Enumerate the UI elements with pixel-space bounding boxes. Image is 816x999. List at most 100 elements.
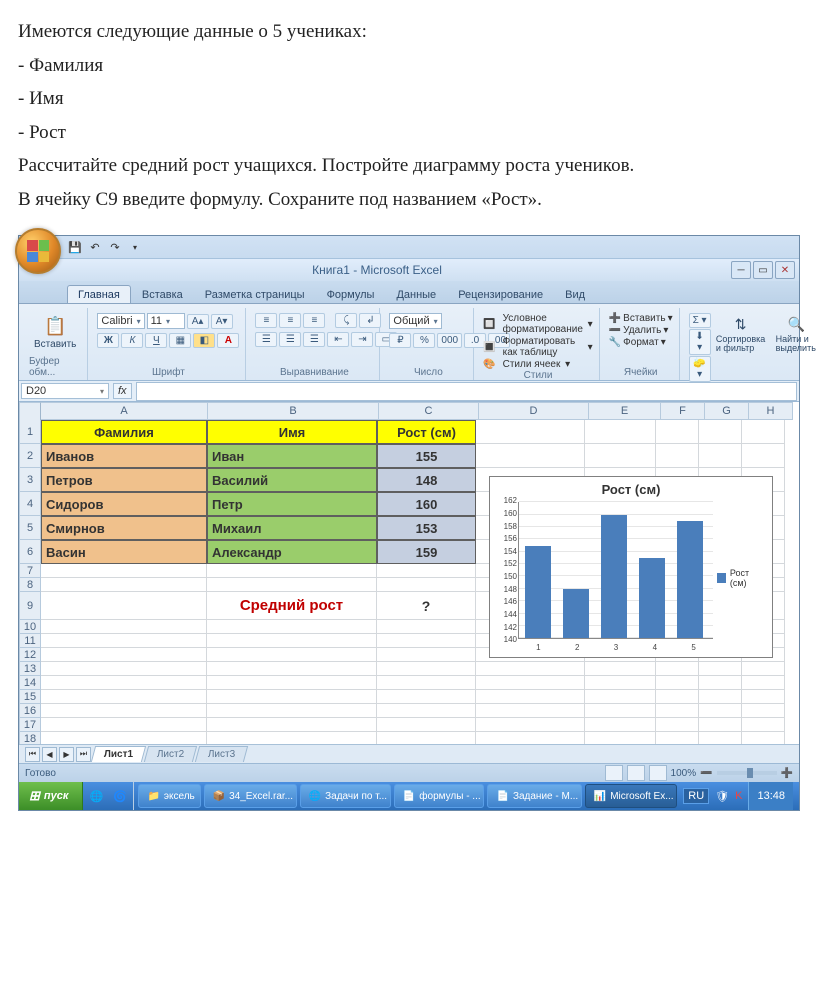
table-header[interactable]: Рост (см)	[377, 420, 476, 444]
align-bot-icon[interactable]: ≡	[303, 313, 325, 328]
col-header[interactable]: C	[379, 402, 479, 420]
zoom-out-icon[interactable]: ➖	[700, 768, 712, 779]
undo-icon[interactable]: ↶	[87, 239, 103, 255]
ribbon-tab-layout[interactable]: Разметка страницы	[194, 285, 316, 303]
currency-icon[interactable]: ₽	[389, 333, 411, 348]
close-button[interactable]: ✕	[775, 261, 795, 279]
taskbar-item-active[interactable]: 📊 Microsoft Ex...	[585, 784, 678, 808]
align-right-icon[interactable]: ☰	[303, 332, 325, 347]
row-header[interactable]: 1	[19, 420, 41, 444]
col-header[interactable]: A	[41, 402, 208, 420]
align-top-icon[interactable]: ≡	[255, 313, 277, 328]
indent-dec-icon[interactable]: ⇤	[327, 332, 349, 347]
chrome-icon[interactable]: 🌐	[86, 785, 107, 807]
clear-icon[interactable]: 🧽 ▾	[689, 356, 711, 382]
tray-icon[interactable]: 🛡	[715, 790, 729, 803]
delete-cells-button[interactable]: ➖ Удалить ▾	[609, 325, 669, 336]
taskbar-clock[interactable]: 13:48	[748, 782, 793, 810]
avg-label[interactable]: Средний рост	[207, 592, 377, 620]
minimize-button[interactable]: ─	[731, 261, 751, 279]
sheet-tab[interactable]: Лист3	[195, 746, 249, 762]
wrap-text-icon[interactable]: ↲	[359, 313, 381, 328]
sheet-nav-first-icon[interactable]: ⏮	[25, 747, 40, 762]
sheet-nav-last-icon[interactable]: ⏭	[76, 747, 91, 762]
format-cells-button[interactable]: 🔧 Формат ▾	[609, 337, 666, 348]
ribbon-tab-review[interactable]: Рецензирование	[447, 285, 554, 303]
shrink-font-icon[interactable]: A▾	[211, 314, 233, 329]
fx-icon[interactable]: fx	[113, 383, 132, 399]
taskbar-item[interactable]: 📁 эксель	[138, 784, 200, 808]
font-color-button[interactable]: A	[217, 333, 239, 348]
sheet-nav-next-icon[interactable]: ▶	[59, 747, 74, 762]
zoom-slider[interactable]	[717, 771, 777, 775]
fill-color-button[interactable]: ◧	[193, 333, 215, 348]
cell-styles-button[interactable]: 🎨 Стили ячеек ▾	[483, 359, 570, 370]
avg-value[interactable]: ?	[377, 592, 476, 620]
align-left-icon[interactable]: ☰	[255, 332, 277, 347]
percent-icon[interactable]: %	[413, 333, 435, 348]
col-header[interactable]: D	[479, 402, 589, 420]
taskbar-item[interactable]: 🌐 Задачи по т...	[300, 784, 391, 808]
worksheet-grid[interactable]: A B C D E F G H 1 Фамилия Имя Рост (см) …	[19, 402, 799, 744]
ribbon-tab-home[interactable]: Главная	[67, 285, 131, 303]
ribbon-tab-data[interactable]: Данные	[385, 285, 447, 303]
sheet-nav-prev-icon[interactable]: ◀	[42, 747, 57, 762]
grow-font-icon[interactable]: A▴	[187, 314, 209, 329]
paste-button[interactable]: 📋 Вставить	[29, 313, 81, 353]
ie-icon[interactable]: 🌀	[110, 785, 131, 807]
taskbar-item[interactable]: 📄 формулы - ...	[394, 784, 485, 808]
underline-button[interactable]: Ч	[145, 333, 167, 348]
align-center-icon[interactable]: ☰	[279, 332, 301, 347]
save-icon[interactable]: 💾	[67, 239, 83, 255]
align-mid-icon[interactable]: ≡	[279, 313, 301, 328]
font-size-combo[interactable]: 11▾	[147, 313, 185, 329]
view-layout-icon[interactable]	[627, 765, 645, 781]
cond-format-button[interactable]: 🔲 Условное форматирование ▾	[483, 313, 592, 335]
ribbon-tab-view[interactable]: Вид	[554, 285, 596, 303]
sheet-tab[interactable]: Лист2	[144, 746, 198, 762]
qat-more-icon[interactable]: ▾	[127, 239, 143, 255]
sort-filter-button[interactable]: ⇅ Сортировка и фильтр	[715, 313, 767, 356]
tray-icon[interactable]: K	[735, 790, 742, 802]
bold-button[interactable]: Ж	[97, 333, 119, 348]
start-button[interactable]: ⊞ пуск	[19, 782, 83, 810]
table-header[interactable]: Имя	[207, 420, 377, 444]
name-box[interactable]: D20▾	[21, 383, 109, 399]
col-header[interactable]: F	[661, 402, 705, 420]
lang-indicator[interactable]: RU	[683, 788, 709, 804]
col-header[interactable]: H	[749, 402, 793, 420]
col-header[interactable]: B	[208, 402, 379, 420]
zoom-in-icon[interactable]: ➕	[781, 768, 793, 779]
ribbon-tab-insert[interactable]: Вставка	[131, 285, 194, 303]
formula-bar[interactable]	[136, 382, 797, 401]
fill-icon[interactable]: ⬇ ▾	[689, 329, 711, 355]
number-format-combo[interactable]: Общий▾	[389, 313, 441, 329]
border-button[interactable]: ▦	[169, 333, 191, 348]
select-all-corner[interactable]	[19, 402, 41, 422]
view-break-icon[interactable]	[649, 765, 667, 781]
col-header[interactable]: G	[705, 402, 749, 420]
autosum-icon[interactable]: Σ ▾	[689, 313, 711, 328]
chart-object[interactable]: Рост (см) 162160158156154152150148146144…	[489, 476, 773, 658]
view-normal-icon[interactable]	[605, 765, 623, 781]
find-select-button[interactable]: 🔍 Найти и выделить	[771, 313, 816, 356]
taskbar-item[interactable]: 📦 34_Excel.rar...	[204, 784, 297, 808]
taskbar-item[interactable]: 📄 Задание - М...	[487, 784, 581, 808]
col-header[interactable]: E	[589, 402, 661, 420]
insert-cells-button[interactable]: ➕ Вставить ▾	[609, 313, 673, 324]
comma-icon[interactable]: 000	[437, 333, 462, 348]
ribbon-tab-formulas[interactable]: Формулы	[316, 285, 386, 303]
italic-button[interactable]: К	[121, 333, 143, 348]
sheet-tab[interactable]: Лист1	[91, 746, 146, 762]
indent-inc-icon[interactable]: ⇥	[351, 332, 373, 347]
cell-name[interactable]: Иван	[207, 444, 377, 468]
table-header[interactable]: Фамилия	[41, 420, 207, 444]
cell-fam[interactable]: Иванов	[41, 444, 207, 468]
font-family-combo[interactable]: Calibri▾	[97, 313, 144, 329]
maximize-button[interactable]: ▭	[753, 261, 773, 279]
format-table-button[interactable]: 🔳 Форматировать как таблицу ▾	[483, 336, 592, 358]
redo-icon[interactable]: ↷	[107, 239, 123, 255]
office-button[interactable]	[15, 228, 61, 274]
orientation-icon[interactable]: ⤹	[335, 313, 357, 328]
cell-val[interactable]: 155	[377, 444, 476, 468]
